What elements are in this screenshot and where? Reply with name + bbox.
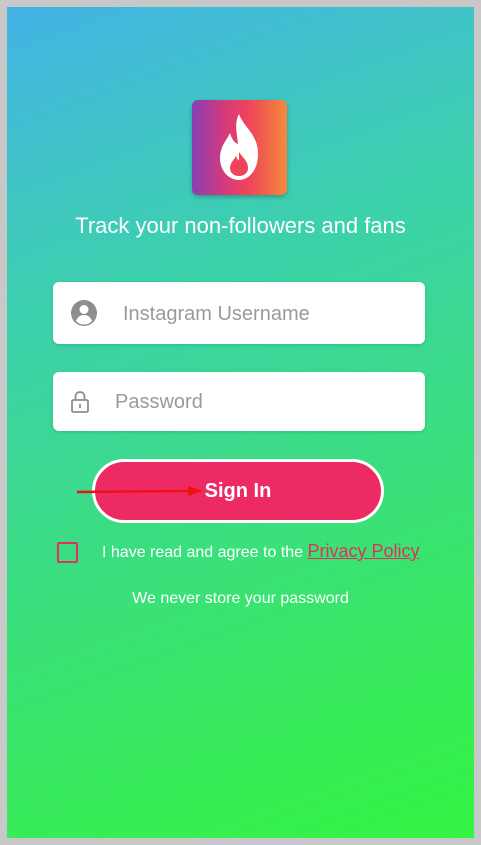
- tagline: Track your non-followers and fans: [75, 213, 406, 238]
- privacy-policy-link[interactable]: Privacy Policy: [307, 541, 419, 561]
- privacy-policy-checkbox[interactable]: [57, 542, 78, 563]
- agreement-text: I have read and agree to the Privacy Pol…: [102, 541, 420, 562]
- agreement-label: I have read and agree to the: [102, 544, 308, 561]
- red-arrow-annotation: [76, 486, 203, 496]
- flame-icon: [220, 114, 258, 180]
- username-field[interactable]: [53, 282, 425, 346]
- password-field[interactable]: [53, 372, 425, 433]
- app-logo: [192, 100, 287, 195]
- username-input[interactable]: [121, 282, 415, 346]
- lock-icon: [70, 390, 90, 419]
- user-avatar-icon: [69, 298, 99, 333]
- app-screen: Track your non-followers and fans Sign I…: [7, 7, 474, 838]
- password-input[interactable]: [113, 372, 417, 433]
- password-note: We never store your password: [132, 590, 349, 607]
